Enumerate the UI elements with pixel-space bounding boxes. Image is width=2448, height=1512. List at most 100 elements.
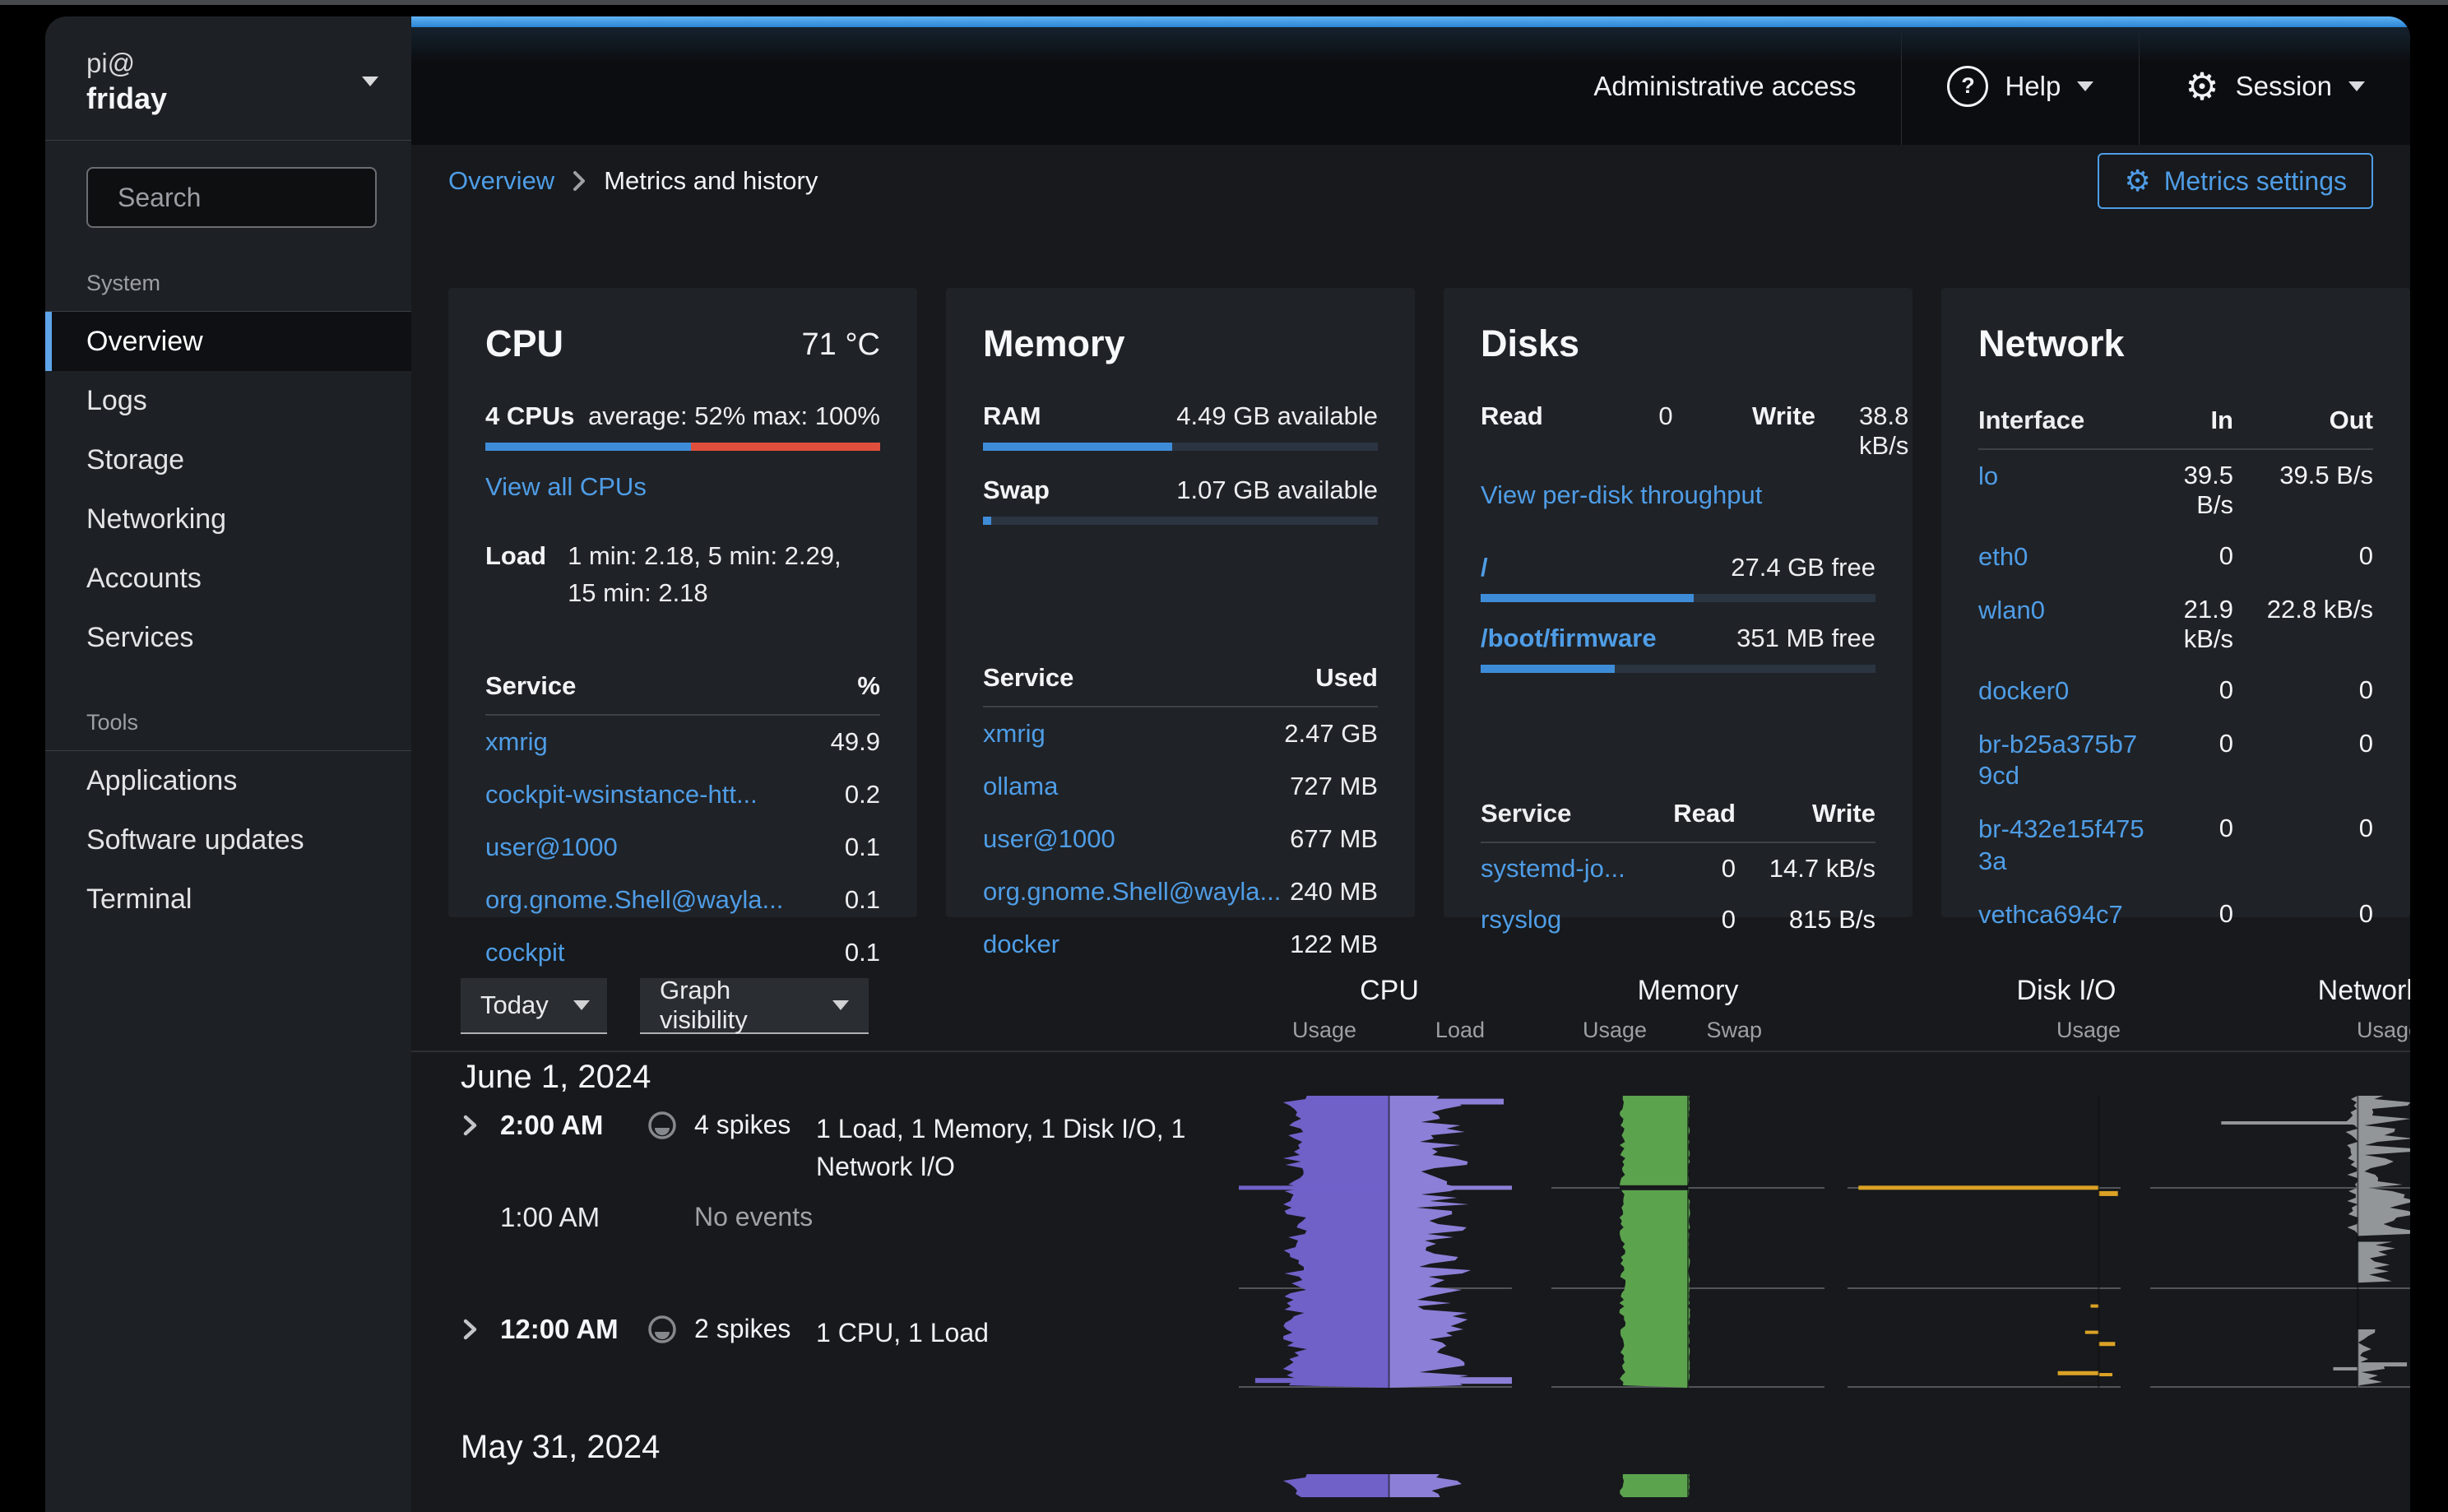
breadcrumb-current: Metrics and history xyxy=(604,166,818,196)
history-graph-cpu[interactable] xyxy=(1239,1474,1512,1497)
chevron-down-icon xyxy=(832,1000,849,1010)
graph-header-cpu: CPU xyxy=(1360,975,1419,1007)
network-card: Network Interface In Out lo39.5 B/s39.5 … xyxy=(1941,288,2410,917)
main-area: Administrative access ? Help ⚙ Session xyxy=(411,16,2410,1512)
table-row: user@1000677 MB xyxy=(983,813,1378,865)
disk-read-value: 0 xyxy=(1579,401,1752,431)
history-graph-disk[interactable] xyxy=(1848,1096,2121,1388)
cpu-card: CPU 71 °C 4 CPUs average: 52% max: 100% … xyxy=(448,288,917,917)
sidebar-item-logs[interactable]: Logs xyxy=(45,371,411,430)
table-row: org.gnome.Shell@wayla...240 MB xyxy=(983,865,1378,918)
mount-boot-link[interactable]: /boot/firmware xyxy=(1481,624,1657,653)
graph-visibility-select[interactable]: Graph visibility xyxy=(640,978,869,1034)
table-row: cockpit0.1 xyxy=(485,926,880,979)
screen: pi@ friday System Overview Logs Storage … xyxy=(0,0,2448,1512)
breadcrumb: Overview Metrics and history xyxy=(448,166,818,196)
table-row: xmrig2.47 GB xyxy=(983,707,1378,760)
graph-sublabel-network-usage: Usage xyxy=(2357,1018,2410,1043)
per-disk-throughput-link[interactable]: View per-disk throughput xyxy=(1481,480,1762,509)
disks-table-header: Service Read Write xyxy=(1481,788,1875,843)
graph-sublabel-cpu-load: Load xyxy=(1435,1018,1485,1043)
sidebar-item-applications[interactable]: Applications xyxy=(45,751,411,810)
memory-table-header: Service Used xyxy=(983,663,1378,707)
sidebar-item-software-updates[interactable]: Software updates xyxy=(45,810,411,870)
history-graph-network[interactable] xyxy=(2150,1096,2410,1388)
graph-sublabel-disk-usage: Usage xyxy=(2056,1018,2121,1043)
disk-write-label: Write xyxy=(1752,401,1859,431)
table-row: systemd-jo...014.7 kB/s xyxy=(1481,843,1875,894)
table-row: br-b25a375b79cd00 xyxy=(1978,718,2373,804)
sidebar-item-networking[interactable]: Networking xyxy=(45,489,411,549)
sidebar-section-system: System xyxy=(86,271,411,296)
sidebar-item-accounts[interactable]: Accounts xyxy=(45,549,411,608)
tools-nav: Applications Software updates Terminal xyxy=(45,751,411,929)
history-graph-memory[interactable] xyxy=(1551,1474,1824,1497)
host-name: friday xyxy=(86,80,167,117)
view-all-cpus-link[interactable]: View all CPUs xyxy=(485,472,647,501)
sidebar-item-storage[interactable]: Storage xyxy=(45,430,411,489)
history-toolbar: Today Graph visibility CPU Memory Disk I… xyxy=(411,975,2410,1051)
history-graph-memory[interactable] xyxy=(1551,1096,1824,1388)
table-row: xmrig49.9 xyxy=(485,716,880,768)
ram-available: 4.49 GB available xyxy=(1176,401,1378,431)
table-row: eth000 xyxy=(1978,531,2373,584)
mount-root-bar xyxy=(1481,594,1875,602)
table-row: rsyslog0815 B/s xyxy=(1481,894,1875,945)
mount-root-free: 27.4 GB free xyxy=(1731,553,1875,582)
table-row: ollama727 MB xyxy=(983,760,1378,813)
disk-read-label: Read xyxy=(1481,401,1579,431)
window-top-edge xyxy=(0,0,2448,5)
table-row: org.gnome.Shell@wayla...0.1 xyxy=(485,874,880,926)
disks-card: Disks Read 0 Write 38.8 kB/s View per-di… xyxy=(1444,288,1912,917)
gear-icon: ⚙ xyxy=(2124,166,2150,196)
host-switcher[interactable]: pi@ friday xyxy=(45,16,411,141)
sidebar-item-overview[interactable]: Overview xyxy=(45,312,411,371)
chevron-right-icon xyxy=(573,170,586,192)
cpu-usage-bar-average xyxy=(485,443,691,451)
masthead: Administrative access ? Help ⚙ Session xyxy=(411,16,2410,145)
swap-label: Swap xyxy=(983,475,1050,505)
history-graphs-previous-day xyxy=(411,1474,2410,1497)
sidebar-item-services[interactable]: Services xyxy=(45,608,411,667)
chevron-down-icon xyxy=(573,1000,590,1010)
cpu-usage-bar-max xyxy=(691,443,880,451)
graph-sublabel-memory-swap: Swap xyxy=(1706,1018,1762,1043)
chevron-down-icon xyxy=(2077,81,2093,91)
history-graph-cpu[interactable] xyxy=(1239,1096,1512,1388)
disks-card-title: Disks xyxy=(1481,322,1579,365)
cpu-usage-bar xyxy=(485,443,880,451)
load-values: 1 min: 2.18, 5 min: 2.29, 15 min: 2.18 xyxy=(568,538,842,612)
metrics-settings-button[interactable]: ⚙ Metrics settings xyxy=(2098,153,2373,209)
sidebar-item-terminal[interactable]: Terminal xyxy=(45,870,411,929)
mount-root-link[interactable]: / xyxy=(1481,553,1488,582)
system-nav: Overview Logs Storage Networking Account… xyxy=(45,312,411,667)
memory-card: Memory RAM 4.49 GB available Swap 1.07 G… xyxy=(946,288,1415,917)
search-box[interactable] xyxy=(86,167,377,228)
help-menu[interactable]: ? Help xyxy=(1902,27,2139,145)
graph-sublabel-memory-usage: Usage xyxy=(1583,1018,1647,1043)
disk-write-value: 38.8 kB/s xyxy=(1859,401,1908,461)
time-range-select[interactable]: Today xyxy=(461,978,607,1034)
memory-card-title: Memory xyxy=(983,322,1125,365)
chevron-down-icon xyxy=(362,77,378,86)
history-graphs xyxy=(411,1096,2410,1388)
network-card-title: Network xyxy=(1978,322,2125,365)
graph-header-disk-io: Disk I/O xyxy=(2017,975,2116,1007)
graph-sublabel-cpu-usage: Usage xyxy=(1292,1018,1356,1043)
cpu-count: 4 CPUs xyxy=(485,401,575,431)
table-row: wlan021.9 kB/s22.8 kB/s xyxy=(1978,584,2373,665)
table-row: user@10000.1 xyxy=(485,821,880,874)
ram-label: RAM xyxy=(983,401,1041,431)
host-user: pi@ xyxy=(86,46,167,80)
breadcrumb-overview-link[interactable]: Overview xyxy=(448,166,554,196)
mount-boot-bar xyxy=(1481,665,1875,673)
table-row: docker000 xyxy=(1978,665,2373,718)
table-row: docker122 MB xyxy=(983,918,1378,971)
session-menu[interactable]: ⚙ Session xyxy=(2140,27,2410,145)
ram-usage-bar xyxy=(983,443,1378,451)
table-row: vethca694c700 xyxy=(1978,888,2373,942)
table-row: lo39.5 B/s39.5 B/s xyxy=(1978,450,2373,531)
administrative-access-label: Administrative access xyxy=(1548,27,1901,145)
cockpit-window: pi@ friday System Overview Logs Storage … xyxy=(45,16,2410,1512)
usage-cards: CPU 71 °C 4 CPUs average: 52% max: 100% … xyxy=(448,288,2410,917)
